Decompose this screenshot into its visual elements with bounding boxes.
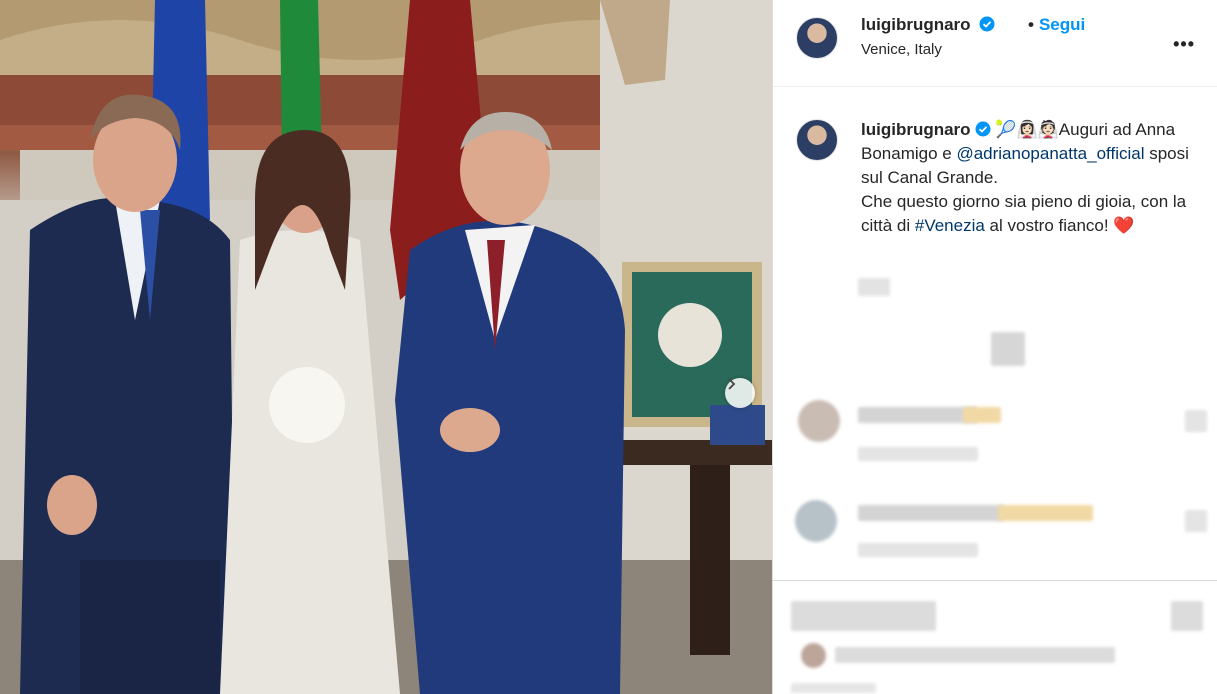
comment-text: [858, 505, 1003, 521]
caption-text: luigibrugnaro 🎾👰🏻‍♀️👰🏻Auguri ad Anna Bon…: [861, 118, 1201, 238]
comment-avatar[interactable]: [798, 400, 840, 442]
author-avatar[interactable]: [796, 17, 838, 59]
action-icons[interactable]: [791, 601, 936, 631]
follow-button[interactable]: • Segui: [1028, 15, 1085, 35]
blurred-timestamp: [858, 278, 890, 296]
actions-divider: [773, 580, 1217, 581]
post-timestamp: [791, 683, 876, 693]
comment-text: [858, 407, 978, 423]
post-photo[interactable]: [0, 0, 772, 694]
username-text[interactable]: luigibrugnaro: [861, 15, 971, 34]
comment-like-icon[interactable]: [1185, 510, 1207, 532]
post-header: luigibrugnaro • Segui Venice, Italy •••: [773, 0, 1217, 87]
hashtag-link[interactable]: #Venezia: [915, 216, 985, 235]
separator-dot: •: [1028, 15, 1034, 34]
caption-line-4: al vostro fianco!: [984, 216, 1114, 235]
chevron-right-icon: [728, 378, 736, 390]
heart-emoji: ❤️: [1113, 216, 1135, 235]
verified-badge-icon: [975, 121, 991, 137]
liked-by-avatar[interactable]: [801, 643, 826, 668]
photo-illustration: [0, 0, 772, 694]
follow-label[interactable]: Segui: [1039, 15, 1085, 34]
post-side-panel: luigibrugnaro • Segui Venice, Italy ••• l…: [772, 0, 1217, 694]
liked-by-text: [835, 647, 1115, 663]
author-username[interactable]: luigibrugnaro: [861, 15, 995, 35]
comment-emoji: [963, 407, 1001, 423]
more-options-icon[interactable]: •••: [1173, 34, 1195, 55]
save-icon[interactable]: [1171, 601, 1203, 631]
caption-author-avatar[interactable]: [796, 119, 838, 161]
comment-like-icon[interactable]: [1185, 410, 1207, 432]
caption-emojis: 🎾👰🏻‍♀️👰🏻: [995, 120, 1059, 139]
comment-meta: [858, 447, 978, 461]
next-image-button[interactable]: [725, 378, 755, 408]
mention-link[interactable]: @adrianopanatta_official: [956, 144, 1144, 163]
blurred-loader: [991, 332, 1025, 366]
post-location[interactable]: Venice, Italy: [861, 41, 942, 58]
comment-avatar[interactable]: [795, 500, 837, 542]
comment-emoji: [998, 505, 1093, 521]
verified-badge-icon: [979, 16, 995, 32]
caption-username[interactable]: luigibrugnaro: [861, 120, 971, 139]
comment-meta: [858, 543, 978, 557]
